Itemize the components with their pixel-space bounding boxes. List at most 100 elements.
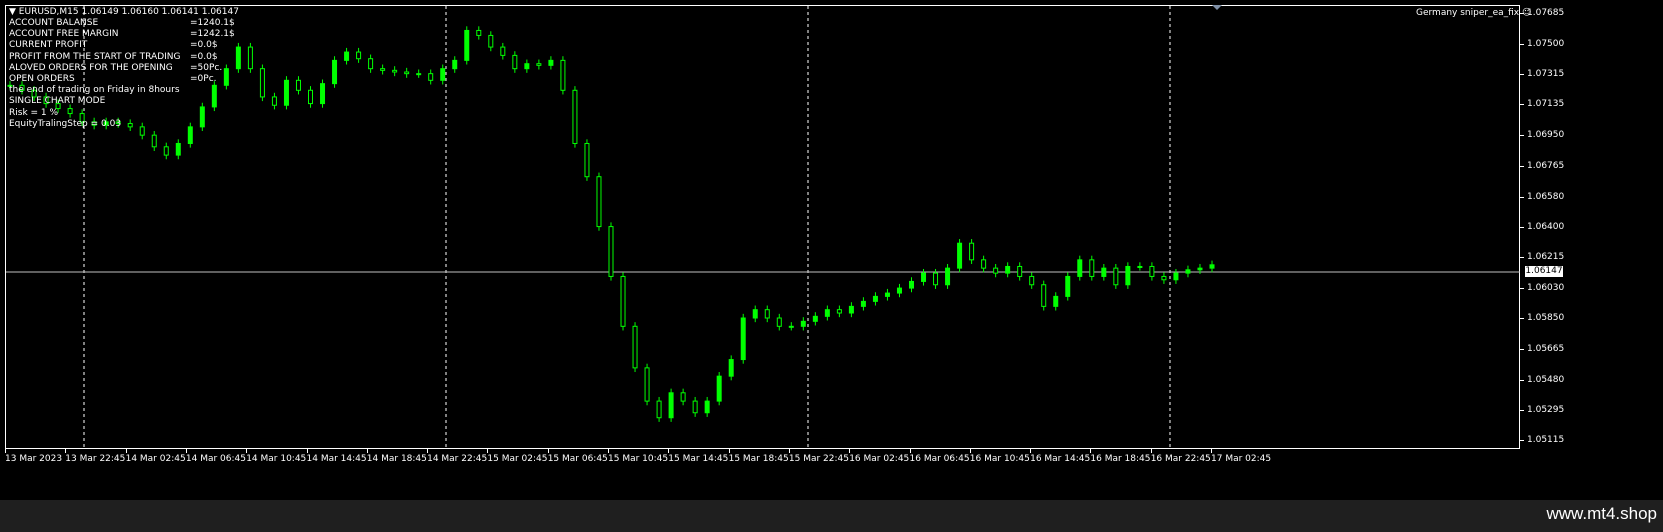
- time-tick-label: 14 Mar 22:45: [427, 454, 488, 464]
- candle-body: [872, 295, 878, 302]
- candle-body: [175, 142, 181, 156]
- candle-body: [500, 46, 506, 56]
- candle-body: [308, 89, 313, 105]
- price-tick-mark: [1520, 165, 1524, 167]
- candle-body: [752, 309, 758, 319]
- candle-body: [981, 259, 987, 269]
- candle-body: [476, 29, 482, 36]
- candle-body: [356, 51, 362, 60]
- info-row: ALOVED ORDERS FOR THE OPENING =50Pc.: [9, 63, 235, 74]
- price-tick-label: 1.07135: [1527, 99, 1565, 110]
- price-tick-mark: [1520, 318, 1524, 319]
- price-axis[interactable]: 1.07685 1.07500 1.07315 1.07135 1.06950 1.067…: [1520, 5, 1663, 449]
- time-tick-mark: [849, 449, 851, 453]
- candle-body: [151, 134, 157, 148]
- candle-body: [1065, 275, 1071, 297]
- candle-body: [536, 63, 542, 66]
- time-tick-mark: [306, 449, 308, 453]
- candle-body: [668, 392, 674, 419]
- price-tick-label: 1.06765: [1527, 160, 1565, 171]
- watermark: www.mt4.shop: [1546, 504, 1657, 523]
- candle-body: [1113, 267, 1119, 286]
- price-tick-mark: [1520, 196, 1524, 198]
- price-tick-label: 1.07315: [1527, 69, 1565, 80]
- info-line: the end of trading on Friday in 8hours: [9, 85, 180, 96]
- price-tick-mark: [1520, 13, 1524, 14]
- time-tick-label: 15 Mar 22:45: [788, 454, 849, 464]
- candle-body: [921, 272, 927, 282]
- candle-body: [824, 309, 830, 317]
- price-tick-label: 1.07685: [1527, 8, 1565, 18]
- time-tick-label: 14 Mar 06:45: [185, 454, 246, 464]
- expert-advisor-label[interactable]: Germany sniper_ea_fix ☺: [1416, 8, 1531, 18]
- candle-body: [163, 146, 169, 156]
- time-tick-mark: [487, 449, 489, 453]
- time-axis[interactable]: 13 Mar 2023 13 Mar 22:45 14 Mar 02:45 14 Ma…: [5, 449, 1520, 469]
- candle-body: [716, 375, 722, 402]
- candle-body: [259, 68, 265, 98]
- candle-body: [295, 79, 301, 91]
- chart-menu-arrow-icon[interactable]: ▼: [9, 7, 16, 17]
- candle-body: [320, 83, 326, 105]
- time-tick-label: 16 Mar 06:45: [909, 454, 970, 464]
- candle-body: [596, 176, 602, 228]
- candle-body: [969, 242, 975, 261]
- time-tick-label: 15 Mar 06:45: [547, 454, 608, 464]
- time-tick-label: 15 Mar 14:45: [668, 454, 729, 464]
- price-tick-mark: [1520, 104, 1524, 106]
- candle-body: [1053, 295, 1059, 307]
- candle-body: [271, 96, 277, 106]
- price-tick-mark: [1520, 379, 1524, 381]
- info-value: =0.0$: [190, 40, 218, 51]
- candle-body: [764, 309, 770, 319]
- candle-body: [428, 73, 434, 81]
- candle-body: [584, 142, 590, 178]
- candle-body: [620, 275, 626, 327]
- candle-body: [512, 54, 518, 70]
- time-tick-mark: [125, 449, 127, 453]
- time-tick-mark: [668, 449, 670, 453]
- price-tick-label: 1.05295: [1527, 405, 1565, 416]
- time-tick-mark: [427, 449, 429, 453]
- candle-body: [740, 317, 746, 361]
- time-tick-label: 16 Mar 02:45: [849, 454, 910, 464]
- candle-body: [933, 272, 939, 286]
- time-tick-label: 16 Mar 14:45: [1030, 454, 1091, 464]
- info-value: =50Pc.: [190, 62, 223, 73]
- info-line: EquityTralingStep = 0.03: [9, 118, 122, 129]
- candle-body: [704, 400, 710, 414]
- chart-shift-marker-icon[interactable]: [1212, 5, 1222, 10]
- candle-body: [392, 69, 398, 73]
- candle-body: [608, 226, 614, 277]
- candle-body: [945, 267, 951, 286]
- candle-body: [1101, 267, 1107, 277]
- candle-body: [1137, 265, 1143, 268]
- candle-body: [692, 400, 698, 414]
- time-tick-mark: [909, 449, 911, 453]
- time-tick-mark: [1150, 449, 1152, 453]
- price-tick-mark: [1520, 410, 1524, 412]
- time-tick-label: 13 Mar 2023: [5, 454, 63, 464]
- candle-body: [644, 367, 650, 402]
- time-tick-mark: [969, 449, 971, 453]
- time-tick-label: 15 Mar 18:45: [728, 454, 789, 464]
- candle-body: [909, 280, 914, 289]
- price-chart-svg: [6, 5, 1520, 448]
- time-tick-label: 16 Mar 18:45: [1090, 454, 1151, 464]
- price-tick-label: 1.05850: [1527, 313, 1565, 323]
- time-tick-mark: [246, 449, 248, 453]
- time-tick-mark: [608, 449, 609, 453]
- candle-body: [680, 392, 686, 402]
- candle-body: [1161, 275, 1167, 281]
- info-value: =0.0$: [190, 51, 218, 62]
- candle-body: [368, 58, 374, 70]
- candle-body: [464, 29, 470, 61]
- candle-body: [235, 46, 241, 70]
- time-tick-mark: [788, 449, 790, 453]
- info-value: =0Pc.: [190, 74, 217, 85]
- price-tick-label: 1.05115: [1527, 435, 1565, 446]
- candle-body: [848, 305, 854, 314]
- time-tick-mark: [1030, 449, 1032, 453]
- price-tick-mark: [1520, 74, 1524, 76]
- chart-window[interactable]: ▼ EURUSD,M15 1.06149 1.06160 1.06141 1.0…: [0, 0, 1663, 500]
